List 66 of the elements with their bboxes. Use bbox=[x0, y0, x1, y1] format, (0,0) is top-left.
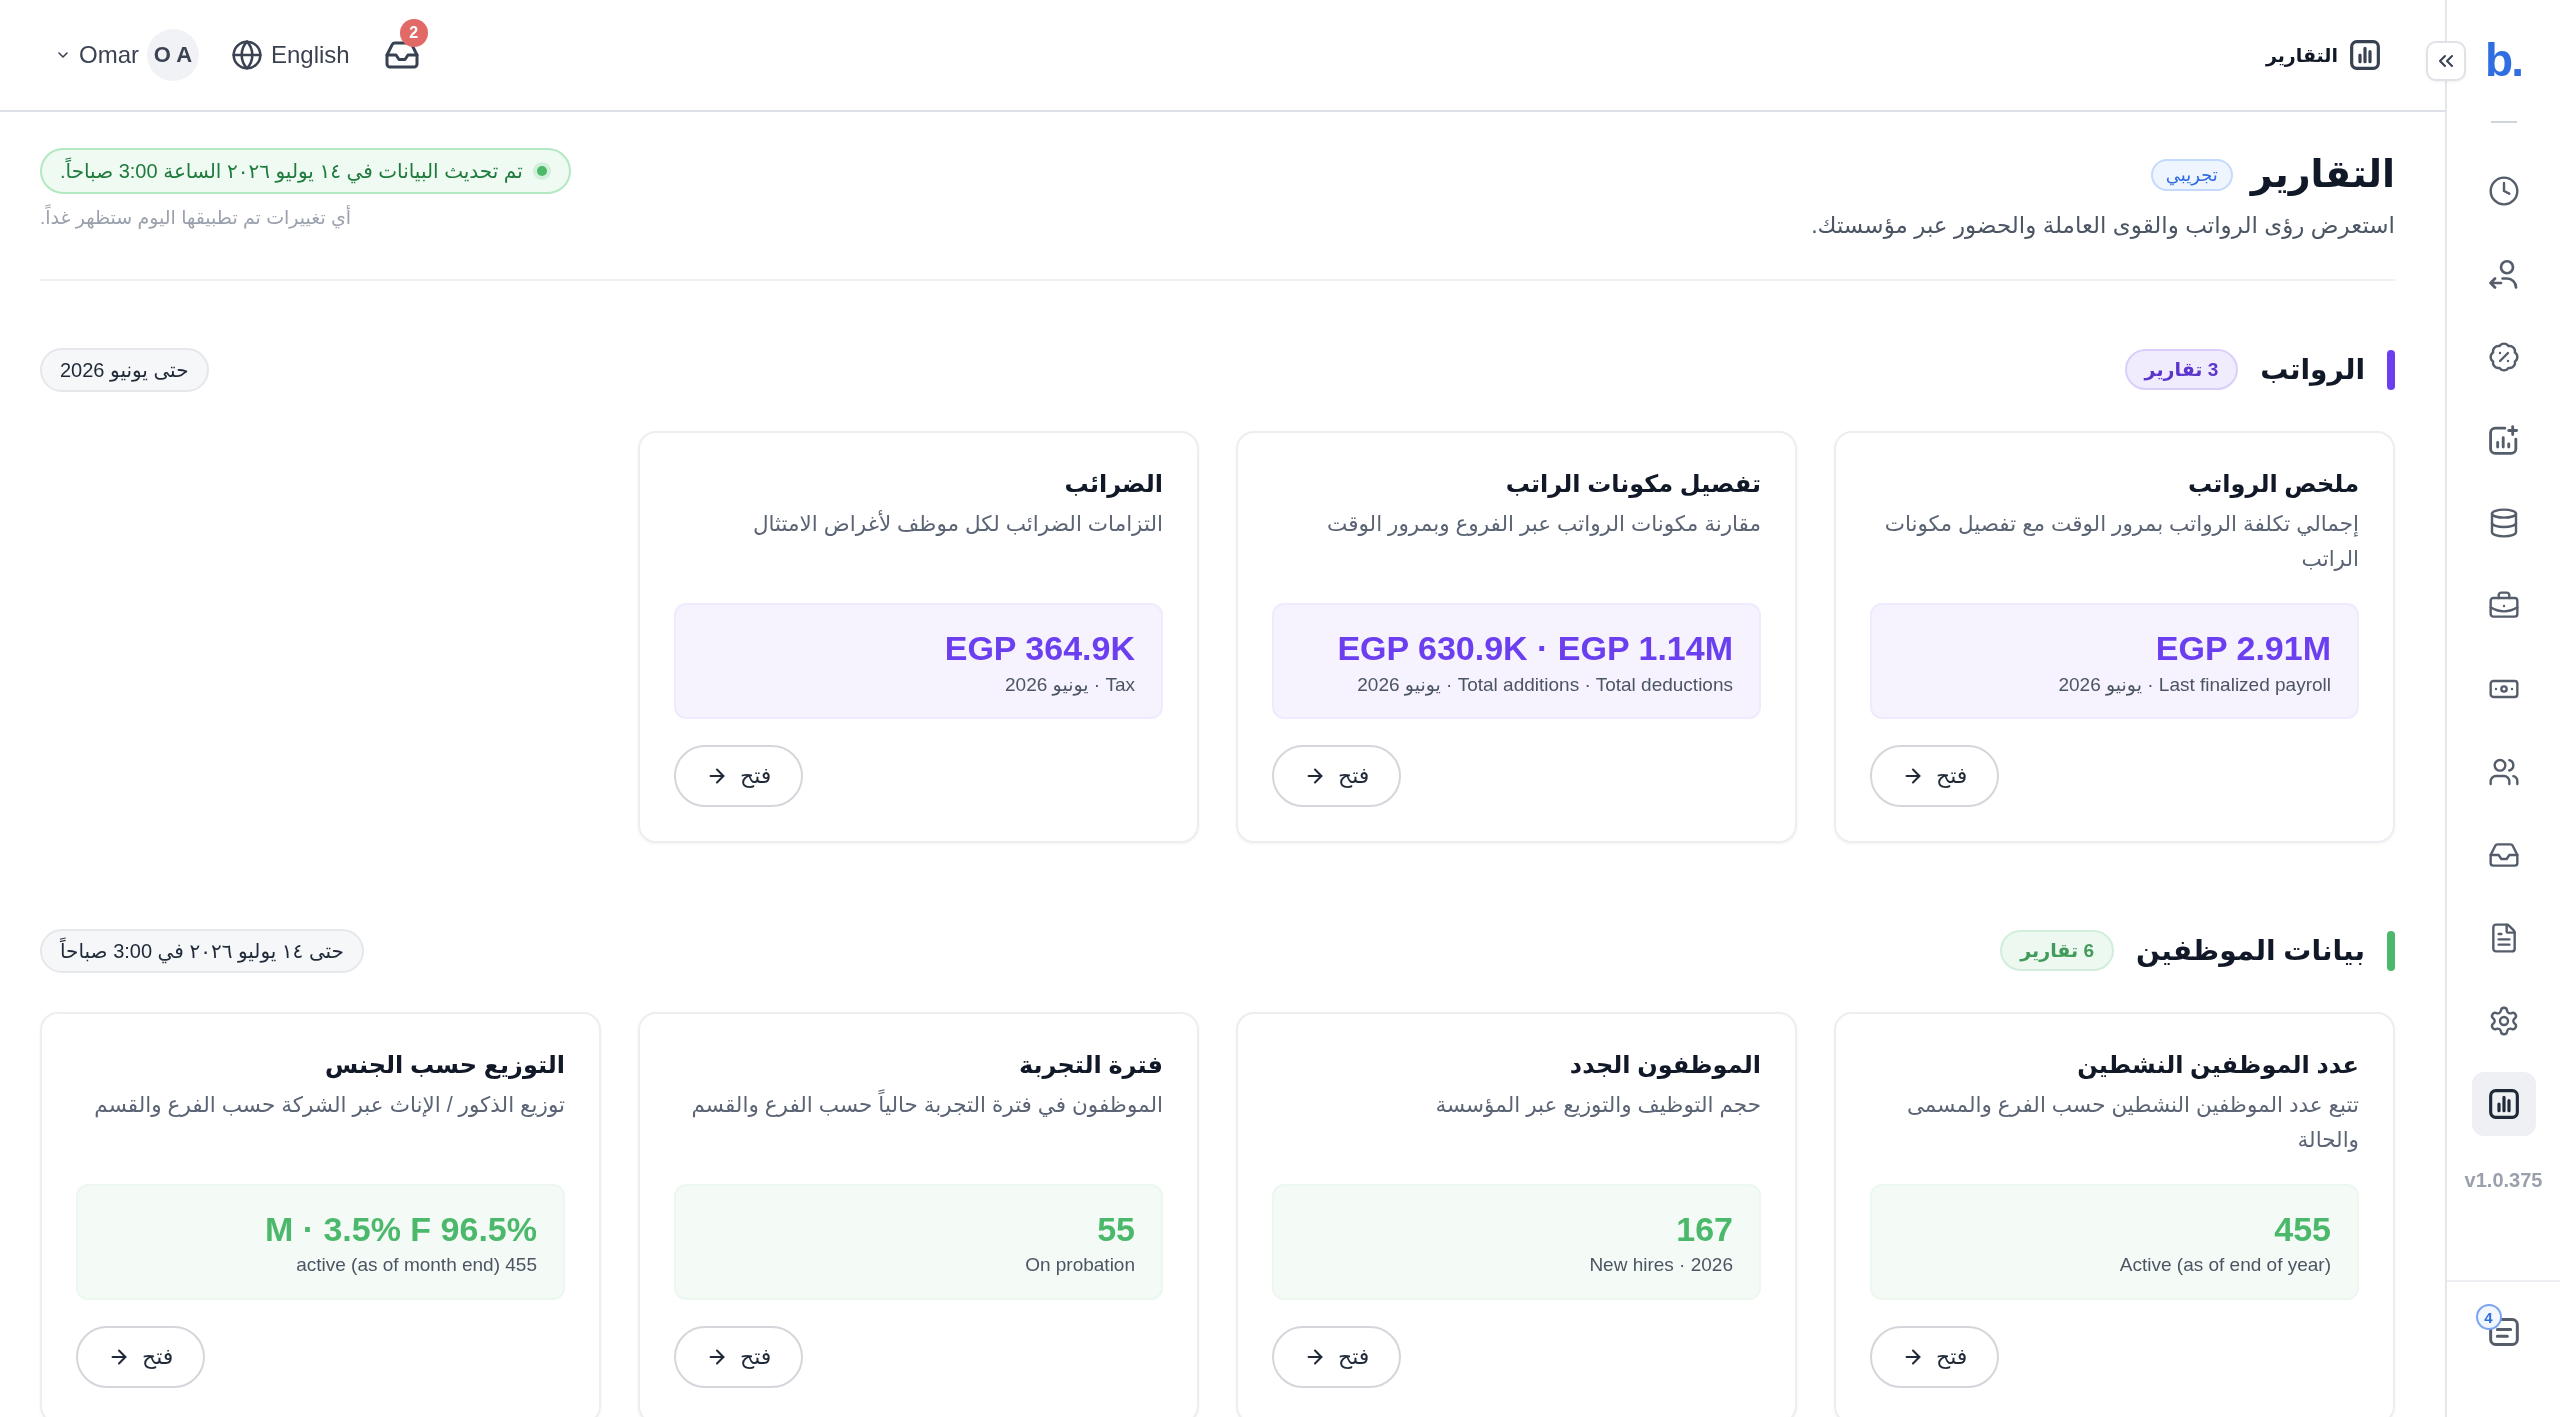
users-icon bbox=[2487, 756, 2520, 788]
collapse-button[interactable] bbox=[2426, 41, 2466, 81]
metric-caption: Total additions · Total deductions · يونيو 2026 bbox=[1356, 672, 1733, 696]
status-dot-icon bbox=[532, 162, 551, 180]
version-label: v1.0.375 bbox=[2464, 1169, 2543, 1192]
report-count-badge: 6 تقارير bbox=[2000, 930, 2114, 971]
user-menu-button[interactable]: Omar O A bbox=[55, 29, 199, 81]
card-description: توزيع الذكور / الإناث عبر الشركة حسب الفرع والقسم bbox=[93, 1092, 565, 1120]
period-chip: حتى يونيو 2026 bbox=[40, 347, 209, 392]
sync-status-text: تم تحديث البيانات في ١٤ يوليو ٢٠٢٦ الساعة 3:00 صباحاً. bbox=[60, 159, 523, 183]
beta-badge: تجريبي bbox=[2150, 158, 2233, 191]
clock-icon bbox=[2487, 175, 2520, 207]
bar-chart-icon bbox=[2350, 40, 2380, 70]
metric-caption: On probation bbox=[1024, 1254, 1135, 1276]
period-chip: حتى ١٤ يوليو ٢٠٢٦ في 3:00 صباحاً bbox=[40, 928, 364, 973]
page-title: التقارير bbox=[2250, 152, 2395, 198]
card-description: الموظفون في فترة التجربة حالياً حسب الفرع والقسم bbox=[674, 1088, 1163, 1158]
brand-logo[interactable]: b. bbox=[2485, 35, 2522, 85]
card-title: تفصيل مكونات الراتب bbox=[1504, 469, 1761, 500]
page-subtitle: استعرض رؤى الرواتب والقوى العاملة والحضور عبر مؤسستك. bbox=[1811, 211, 2395, 241]
card-title: الموظفون الجدد bbox=[1568, 1050, 1761, 1081]
notification-badge: 2 bbox=[399, 19, 428, 47]
metric-value: EGP 630.9K · EGP 1.14M bbox=[1336, 627, 1733, 669]
report-count-badge: 3 تقارير bbox=[2124, 349, 2239, 390]
metric-value: 455 bbox=[2273, 1209, 2331, 1250]
open-button[interactable]: فتح bbox=[1272, 1326, 1402, 1388]
metric-value: 167 bbox=[1675, 1209, 1733, 1250]
card-title: ملخص الرواتب bbox=[2186, 469, 2359, 500]
card-title: فترة التجربة bbox=[1017, 1050, 1163, 1081]
metric-caption: Last finalized payroll · يونيو 2026 bbox=[2057, 672, 2331, 696]
percent-badge-icon bbox=[2487, 341, 2520, 373]
metric-value: M · 3.5% F 96.5% bbox=[263, 1209, 537, 1250]
metric-value: EGP 364.9K bbox=[943, 627, 1135, 669]
bar-chart-icon bbox=[2488, 1089, 2519, 1119]
metric-caption: New hires · 2026 bbox=[1588, 1254, 1733, 1276]
card-description: حجم التوظيف والتوزيع عبر المؤسسة bbox=[1434, 1092, 1761, 1120]
card-title: التوزيع حسب الجنس bbox=[323, 1050, 565, 1081]
card-title: الضرائب bbox=[1063, 469, 1163, 500]
globe-icon bbox=[231, 39, 263, 71]
section-title: الرواتب bbox=[2260, 353, 2365, 386]
open-button[interactable]: فتح bbox=[76, 1326, 206, 1388]
metric-caption: Active (as of end of year) bbox=[2118, 1254, 2331, 1276]
tasks-button[interactable]: 4 bbox=[2475, 1304, 2532, 1360]
card-description: تتبع عدد الموظفين النشطين حسب الفرع والمسمى والحالة bbox=[1905, 1092, 2359, 1154]
section-title: بيانات الموظفين bbox=[2136, 934, 2365, 967]
language-button[interactable]: English bbox=[231, 39, 350, 71]
breadcrumb-title: التقارير bbox=[2265, 43, 2338, 67]
open-button[interactable]: فتح bbox=[674, 1326, 804, 1388]
card-description: مقارنة مكونات الرواتب عبر الفروع وبمرور الوقت bbox=[1326, 511, 1761, 538]
open-button[interactable]: فتح bbox=[1272, 745, 1402, 807]
tasks-count-badge: 4 bbox=[2475, 1304, 2502, 1330]
metric-value: 55 bbox=[1096, 1209, 1135, 1250]
chart-plus-icon bbox=[2488, 425, 2519, 455]
open-button[interactable]: فتح bbox=[1870, 745, 2000, 807]
user-avatar: O A bbox=[147, 29, 199, 81]
open-button[interactable]: فتح bbox=[674, 745, 804, 807]
sidebar-item[interactable] bbox=[2471, 1072, 2536, 1136]
user-arrow-icon bbox=[2488, 259, 2519, 289]
card-description: التزامات الضرائب لكل موظف لأغراض الامتثال bbox=[751, 509, 1163, 538]
metric-caption: Tax · يونيو 2026 bbox=[1004, 672, 1135, 696]
open-button[interactable]: فتح bbox=[1870, 1326, 2000, 1388]
card-title: عدد الموظفين النشطين bbox=[2076, 1050, 2359, 1081]
metric-caption: active (as of month end) 455 bbox=[295, 1254, 537, 1276]
metric-value: EGP 2.91M bbox=[2154, 627, 2331, 669]
sync-note: أي تغييرات تم تطبيقها اليوم ستظهر غداً. bbox=[40, 206, 352, 229]
card-description: إجمالي تكلفة الرواتب بمرور الوقت مع تفصيل مكونات الراتب bbox=[1883, 511, 2359, 573]
